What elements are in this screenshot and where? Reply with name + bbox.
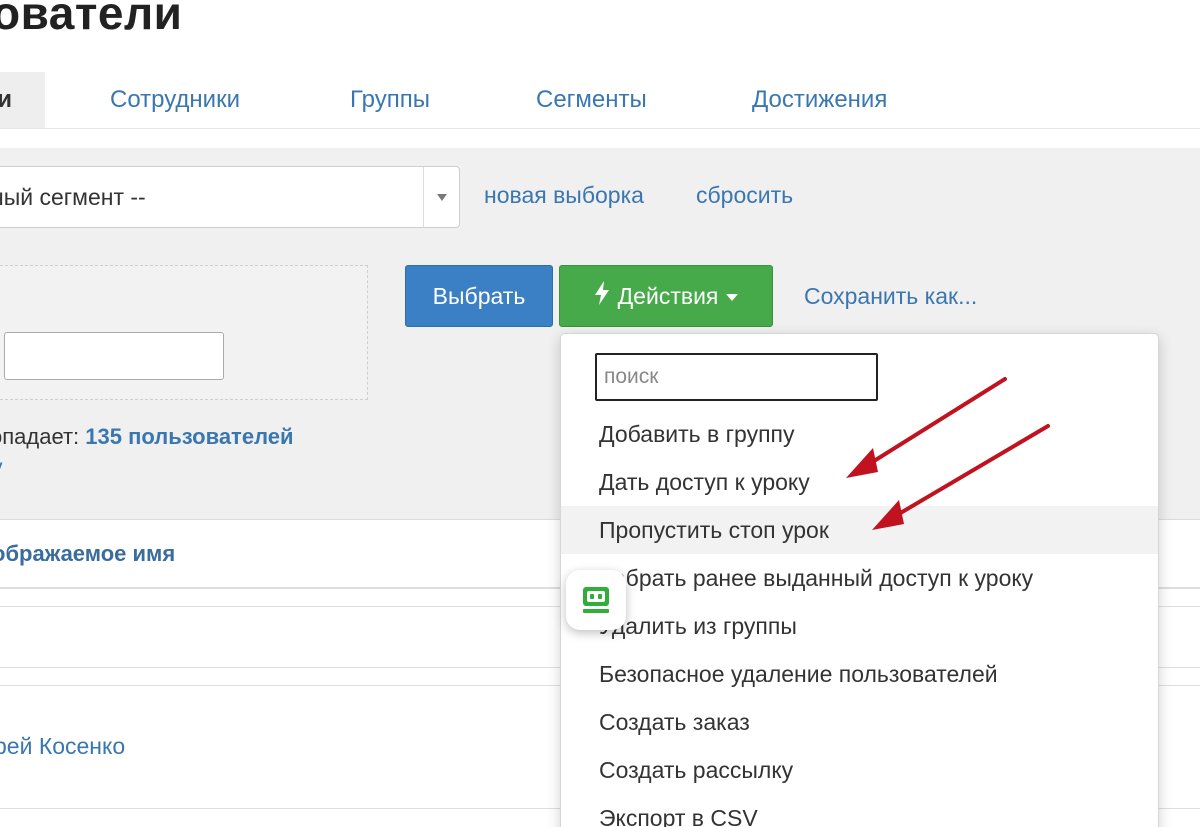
filter-condition-box [0,265,368,400]
tab-employees[interactable]: Сотрудники [110,72,240,128]
page: ователи и Сотрудники Группы Сегменты Дос… [0,0,1200,827]
caret-down-icon [726,294,739,301]
menu-item-grant-lesson-access[interactable]: Дать доступ к уроку [561,458,1158,506]
menu-item-create-mailing[interactable]: Создать рассылку [561,746,1158,794]
tab-segments[interactable]: Сегменты [536,72,647,128]
reset-link[interactable]: сбросить [696,182,793,209]
table-row-user-name[interactable]: рей Косенко [0,733,125,760]
menu-item-revoke-lesson-access[interactable]: Забрать ранее выданный доступ к уроку [561,554,1158,602]
menu-item-export-csv[interactable]: Экспорт в CSV [561,794,1158,827]
tab-achievements[interactable]: Достижения [752,72,887,128]
match-prefix: опадает: [0,424,80,449]
match-summary: опадает: 135 пользователей [0,424,294,450]
menu-item-skip-stop-lesson[interactable]: Пропустить стоп урок [561,506,1158,554]
menu-item-remove-from-group[interactable]: Удалить из группы [561,602,1158,650]
tab-users-active[interactable]: и [0,72,45,128]
actions-dropdown-menu: Добавить в группу Дать доступ к уроку Пр… [560,333,1159,827]
chat-bot-widget[interactable] [566,570,626,630]
match-sub-link[interactable]: у [0,456,3,480]
chevron-down-icon [436,193,447,201]
column-display-name[interactable]: ображаемое имя [0,521,175,587]
menu-item-safe-delete-users[interactable]: Безопасное удаление пользователей [561,650,1158,698]
actions-button[interactable]: Действия [559,265,773,327]
new-selection-link[interactable]: новая выборка [484,182,644,209]
tab-bar: и Сотрудники Группы Сегменты Достижения [0,72,1200,129]
menu-item-add-to-group[interactable]: Добавить в группу [561,410,1158,458]
tab-groups[interactable]: Группы [350,72,430,128]
condition-input[interactable] [4,332,224,380]
robot-face-icon [583,587,609,613]
segment-select-arrow[interactable] [423,167,459,227]
actions-button-label: Действия [617,282,719,309]
dropdown-search-input[interactable] [595,353,878,401]
lightning-bolt-icon [594,281,610,311]
menu-item-create-order[interactable]: Создать заказ [561,698,1158,746]
save-as-link[interactable]: Сохранить как... [804,283,977,310]
match-count-link[interactable]: 135 пользователей [85,424,293,449]
segment-select-value: ный сегмент -- [0,184,146,210]
page-title: ователи [0,0,183,39]
segment-select[interactable]: ный сегмент -- [0,166,460,228]
select-button[interactable]: Выбрать [405,265,553,327]
